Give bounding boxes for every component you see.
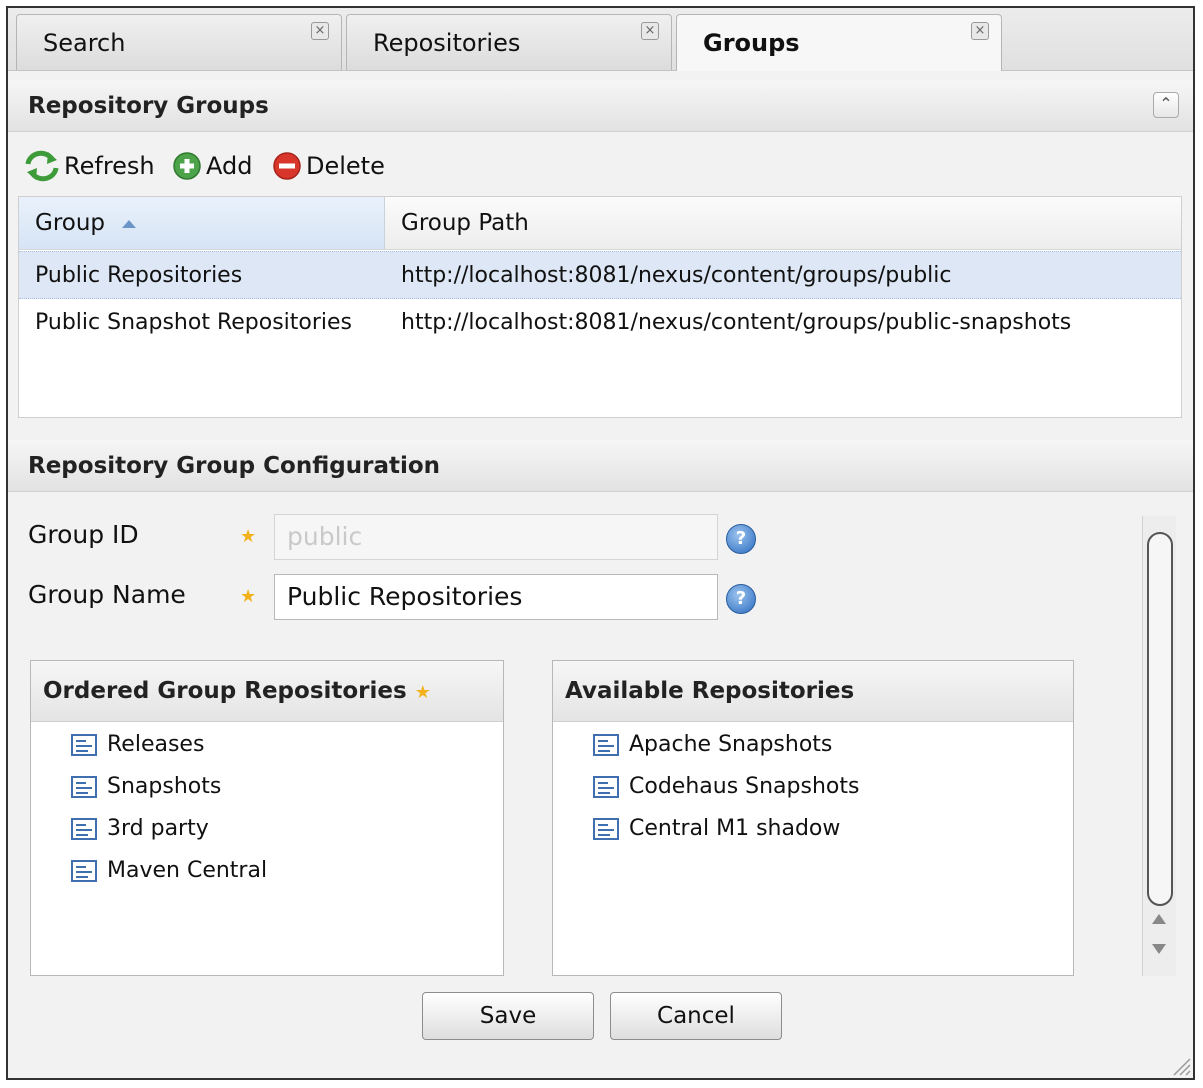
ordered-repositories-list: Ordered Group Repositories ★ Releases Sn… [30, 660, 504, 976]
list-item[interactable]: Releases [71, 727, 204, 763]
cancel-button[interactable]: Cancel [610, 992, 782, 1040]
table-row[interactable]: Public Repositories http://localhost:808… [19, 251, 1181, 299]
group-name-label: Group Name [28, 580, 186, 609]
repository-icon [71, 860, 97, 882]
list-item[interactable]: Central M1 shadow [593, 811, 840, 847]
repository-icon [71, 776, 97, 798]
refresh-icon [25, 150, 59, 182]
list-item[interactable]: 3rd party [71, 811, 209, 847]
group-path-cell: http://localhost:8081/nexus/content/grou… [401, 263, 952, 288]
repository-icon [593, 776, 619, 798]
resize-grip-icon[interactable] [1169, 1054, 1191, 1076]
delete-icon [273, 152, 301, 180]
vertical-scrollbar[interactable] [1142, 516, 1176, 976]
save-button[interactable]: Save [422, 992, 594, 1040]
list-item-label: Maven Central [107, 858, 268, 883]
repository-icon [593, 734, 619, 756]
tab-groups[interactable]: Groups × [676, 14, 1002, 71]
list-item-label: Apache Snapshots [629, 732, 833, 757]
column-label: Group [35, 210, 106, 236]
list-item-label: Central M1 shadow [629, 816, 841, 841]
close-icon[interactable]: × [311, 22, 329, 40]
add-icon [173, 152, 201, 180]
column-header-group[interactable]: Group [19, 197, 385, 249]
available-repositories-list: Available Repositories Apache Snapshots … [552, 660, 1074, 976]
scrollbar-thumb[interactable] [1147, 532, 1173, 906]
scroll-down-icon[interactable] [1152, 944, 1166, 954]
list-title: Available Repositories [565, 678, 855, 704]
sort-ascending-icon [122, 219, 137, 228]
list-item[interactable]: Snapshots [71, 769, 221, 805]
delete-button[interactable]: Delete [272, 148, 385, 184]
list-item[interactable]: Maven Central [71, 853, 267, 889]
groups-grid: Group Group Path Public Repositories htt… [18, 196, 1182, 418]
group-cell: Public Snapshot Repositories [35, 310, 353, 335]
required-star-icon: ★ [240, 526, 257, 547]
groups-window: Search × Repositories × Groups × Reposit… [6, 6, 1195, 1080]
group-configuration-header: Repository Group Configuration [8, 440, 1193, 492]
group-cell: Public Repositories [35, 263, 243, 288]
tab-label: Repositories [373, 29, 521, 57]
tab-label: Groups [703, 29, 800, 57]
list-item[interactable]: Codehaus Snapshots [593, 769, 859, 805]
panel-title: Repository Groups [28, 93, 269, 119]
close-icon[interactable]: × [971, 22, 989, 40]
group-id-field: public [274, 514, 718, 560]
group-id-label: Group ID [28, 520, 139, 549]
repository-icon [593, 818, 619, 840]
groups-toolbar: Refresh Add Delete [8, 140, 1193, 194]
tab-label: Search [43, 29, 126, 57]
group-path-cell: http://localhost:8081/nexus/content/grou… [401, 310, 1072, 335]
grid-header: Group Group Path [19, 197, 1181, 250]
list-item-label: Releases [107, 732, 205, 757]
repository-icon [71, 818, 97, 840]
required-star-icon: ★ [240, 586, 257, 607]
list-item-label: 3rd party [107, 816, 209, 841]
collapse-icon[interactable]: ⌃ [1153, 92, 1179, 118]
group-name-field[interactable]: Public Repositories [274, 574, 718, 620]
table-row[interactable]: Public Snapshot Repositories http://loca… [19, 299, 1181, 347]
list-item-label: Codehaus Snapshots [629, 774, 860, 799]
repository-groups-header: Repository Groups ⌃ [8, 80, 1193, 132]
help-icon[interactable]: ? [726, 524, 756, 554]
panel-title: Repository Group Configuration [28, 453, 441, 479]
list-item-label: Snapshots [107, 774, 222, 799]
repository-icon [71, 734, 97, 756]
column-label: Group Path [401, 210, 529, 236]
list-item[interactable]: Apache Snapshots [593, 727, 832, 763]
close-icon[interactable]: × [641, 22, 659, 40]
tab-repositories[interactable]: Repositories × [346, 14, 672, 70]
list-header: Available Repositories [553, 661, 1073, 722]
delete-label: Delete [306, 152, 385, 180]
refresh-button[interactable]: Refresh [24, 148, 155, 184]
tab-bar: Search × Repositories × Groups × [8, 8, 1193, 71]
help-icon[interactable]: ? [726, 584, 756, 614]
list-header: Ordered Group Repositories ★ [31, 661, 503, 722]
tab-search[interactable]: Search × [16, 14, 342, 70]
scroll-up-icon[interactable] [1152, 914, 1166, 924]
column-header-group-path[interactable]: Group Path [385, 197, 1181, 249]
add-button[interactable]: Add [172, 148, 252, 184]
refresh-label: Refresh [64, 152, 155, 180]
list-title: Ordered Group Repositories [43, 678, 407, 704]
required-star-icon: ★ [414, 682, 431, 703]
add-label: Add [206, 152, 253, 180]
